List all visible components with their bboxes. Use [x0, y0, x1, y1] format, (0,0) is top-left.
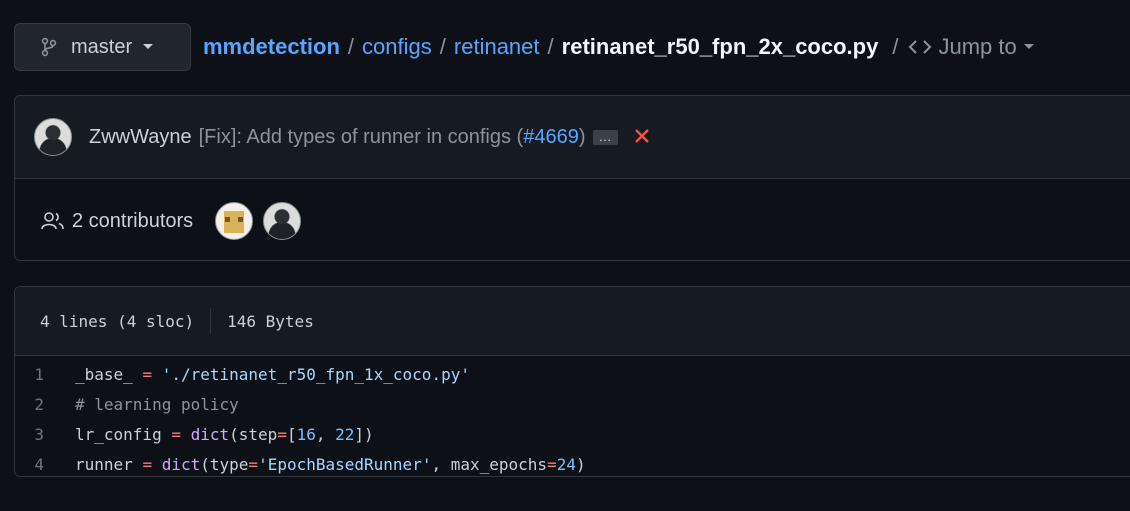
code-token: lr_config — [75, 424, 172, 444]
file-viewer: 4 lines (4 sloc) 146 Bytes 1 _base_ = './… — [14, 286, 1130, 477]
line-content: # learning policy — [75, 395, 239, 414]
breadcrumb-configs-link[interactable]: configs — [362, 34, 432, 60]
latest-commit-box: ZwwWayne [Fix]: Add types of runner in c… — [14, 95, 1130, 261]
code-token: # learning policy — [75, 394, 239, 414]
git-branch-icon — [41, 37, 57, 57]
line-number[interactable]: 4 — [15, 455, 75, 474]
code-token: dict — [190, 424, 230, 444]
contributor-avatar[interactable] — [263, 202, 302, 240]
code-token: , — [315, 424, 336, 444]
breadcrumb-separator: / — [439, 34, 446, 59]
commit-message-end: ) — [578, 125, 586, 148]
code-line: 2 # learning policy — [15, 389, 1130, 419]
breadcrumb-separator: / — [347, 34, 355, 59]
code-token: ) — [575, 454, 586, 474]
breadcrumb-separator: / — [547, 34, 554, 59]
file-navigation: master mmdetection / configs / retinanet… — [14, 23, 1041, 71]
code-token: ]) — [354, 424, 374, 444]
line-content: runner = dict(type='EpochBasedRunner', m… — [75, 455, 586, 474]
expand-commit-message-button[interactable]: … — [592, 129, 618, 145]
code-token: = — [248, 454, 259, 474]
close-icon[interactable] — [634, 125, 650, 149]
line-number[interactable]: 1 — [15, 365, 75, 384]
contributor-avatar[interactable] — [215, 202, 254, 240]
code-token: = — [547, 454, 557, 474]
file-size: 146 Bytes — [227, 311, 314, 331]
people-icon — [41, 212, 64, 230]
breadcrumb-separator: / — [892, 34, 899, 59]
author-avatar[interactable] — [34, 118, 72, 156]
commit-author-link[interactable]: ZwwWayne — [89, 126, 192, 149]
chevron-down-icon — [143, 44, 154, 49]
code-token: = — [277, 424, 287, 444]
line-number[interactable]: 2 — [15, 395, 75, 414]
code-listing: 1 _base_ = './retinanet_r50_fpn_1x_coco.p… — [15, 356, 1130, 479]
file-info-header: 4 lines (4 sloc) 146 Bytes — [15, 287, 1130, 356]
breadcrumb-retinanet-link[interactable]: retinanet — [454, 34, 540, 60]
code-token: (step — [229, 424, 278, 444]
jump-to-label: Jump to — [938, 34, 1017, 59]
code-token: 22 — [335, 424, 355, 444]
code-token: runner — [75, 454, 143, 474]
code-icon — [909, 40, 932, 54]
line-number[interactable]: 3 — [15, 425, 75, 444]
code-token: 'EpochBasedRunner' — [258, 454, 432, 474]
line-content: _base_ = './retinanet_r50_fpn_1x_coco.py… — [75, 365, 470, 384]
pull-request-link[interactable]: #4669 — [523, 126, 579, 148]
breadcrumb: mmdetection / configs / retinanet / reti… — [203, 34, 1041, 60]
code-token: _base_ — [75, 364, 143, 384]
latest-commit-row: ZwwWayne [Fix]: Add types of runner in c… — [15, 96, 1130, 179]
code-token: , max_epochs — [431, 454, 548, 474]
chevron-down-icon — [1023, 44, 1034, 49]
code-token: (type — [200, 454, 249, 474]
branch-label: master — [71, 35, 133, 58]
contributors-row: 2 contributors — [15, 179, 1130, 263]
code-token: dict — [161, 454, 201, 474]
file-info-divider — [210, 308, 212, 334]
contributors-count-link[interactable]: 2 contributors — [72, 210, 193, 233]
jump-to-dropdown[interactable]: Jump to — [904, 34, 1040, 60]
line-content: lr_config = dict(step=[16, 22]) — [75, 425, 374, 444]
code-token: = — [142, 454, 153, 474]
commit-message-text[interactable]: [Fix]: Add types of runner in configs ( — [199, 126, 524, 148]
code-line: 4 runner = dict(type='EpochBasedRunner', … — [15, 449, 1130, 479]
code-token: [ — [286, 424, 297, 444]
code-token: 24 — [556, 454, 576, 474]
breadcrumb-current-file: retinanet_r50_fpn_2x_coco.py — [561, 34, 879, 59]
x-mark-icon — [634, 129, 649, 143]
file-line-count: 4 lines (4 sloc) — [40, 311, 195, 331]
code-line: 1 _base_ = './retinanet_r50_fpn_1x_coco.p… — [15, 359, 1130, 389]
commit-message: [Fix]: Add types of runner in configs (#… — [199, 126, 586, 149]
code-line: 3 lr_config = dict(step=[16, 22]) — [15, 419, 1130, 449]
code-token: = — [142, 364, 153, 384]
code-token: = — [171, 424, 181, 444]
branch-select-button[interactable]: master — [14, 23, 191, 71]
code-token: './retinanet_r50_fpn_1x_coco.py' — [161, 364, 470, 384]
code-token: 16 — [296, 424, 316, 444]
breadcrumb-repo-link[interactable]: mmdetection — [203, 34, 340, 60]
